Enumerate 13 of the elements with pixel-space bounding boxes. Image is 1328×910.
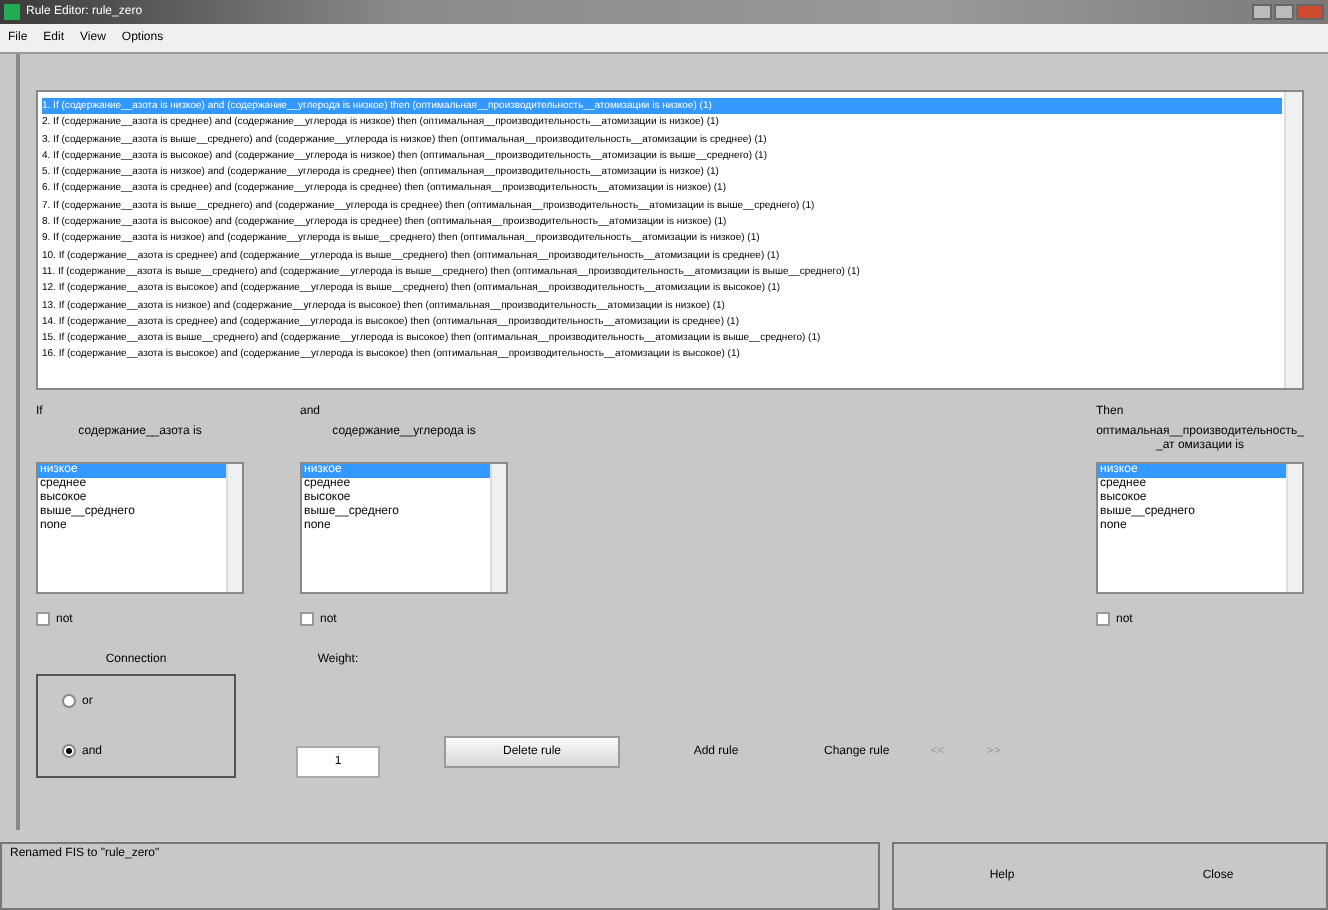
scrollbar[interactable]: [490, 464, 506, 592]
not-checkbox[interactable]: [36, 612, 50, 626]
scrollbar[interactable]: [1286, 464, 1302, 592]
maximize-button[interactable]: [1274, 4, 1294, 20]
app-icon: [4, 4, 20, 20]
minimize-button[interactable]: [1252, 4, 1272, 20]
radio-button[interactable]: [62, 694, 76, 708]
scrollbar[interactable]: [1284, 92, 1302, 388]
not-checkbox[interactable]: [300, 612, 314, 626]
not-checkbox[interactable]: [1096, 612, 1110, 626]
rule-list[interactable]: [36, 90, 1304, 390]
radio-button[interactable]: [62, 744, 76, 758]
scrollbar[interactable]: [226, 464, 242, 592]
